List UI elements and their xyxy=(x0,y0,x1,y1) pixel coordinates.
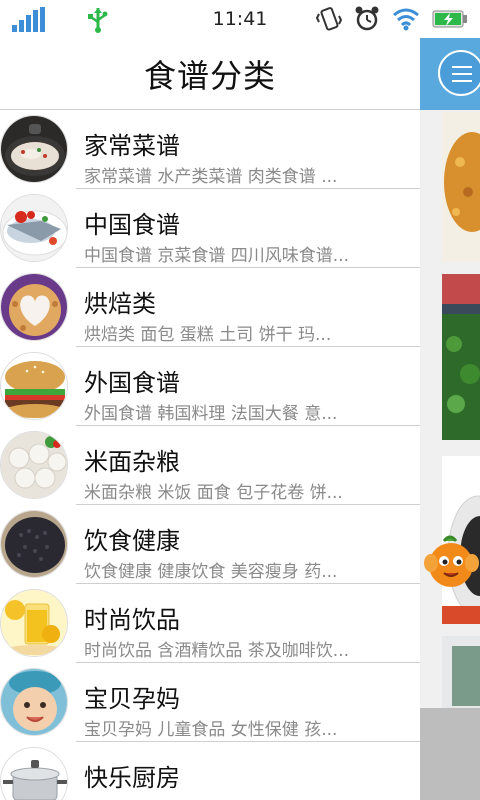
category-item-grains[interactable]: 米面杂粮 米面杂粮 米饭 面食 包子花卷 饼... xyxy=(0,426,420,505)
category-title: 米面杂粮 xyxy=(84,448,180,476)
category-subtitle: 烘焙类 面包 蛋糕 土司 饼干 玛... xyxy=(84,325,332,345)
category-item-healthy[interactable]: 饮食健康 饮食健康 健康饮食 美容瘦身 药... xyxy=(0,505,420,584)
category-item-chinese[interactable]: 中国食谱 中国食谱 京菜食谱 四川风味食谱... xyxy=(0,189,420,268)
category-text: 米面杂粮 米面杂粮 米饭 面食 包子花卷 饼... xyxy=(76,426,420,505)
category-text: 饮食健康 饮食健康 健康饮食 美容瘦身 药... xyxy=(76,505,420,584)
status-bar: 11:41 xyxy=(0,0,480,38)
page-title: 食谱分类 xyxy=(143,56,276,95)
category-title: 家常菜谱 xyxy=(84,132,180,160)
category-title: 烘焙类 xyxy=(84,290,156,318)
category-text: 烘焙类 烘焙类 面包 蛋糕 土司 饼干 玛... xyxy=(76,268,420,347)
peek-card[interactable] xyxy=(442,636,480,708)
category-title: 外国食谱 xyxy=(84,369,180,397)
battery-icon xyxy=(432,10,467,28)
underlying-content-peek xyxy=(420,38,480,800)
category-item-baby-mom[interactable]: 宝贝孕妈 宝贝孕妈 儿童食品 女性保健 孩... xyxy=(0,663,420,742)
category-subtitle: 饮食健康 健康饮食 美容瘦身 药... xyxy=(84,562,338,582)
category-subtitle: 宝贝孕妈 儿童食品 女性保健 孩... xyxy=(84,720,338,740)
category-title: 饮食健康 xyxy=(84,527,180,555)
category-panel: 食谱分类 家常菜谱 家常菜谱 水产类菜谱 肉类食谱 ... 中国食谱 中国食谱 … xyxy=(0,38,420,800)
vibrate-icon xyxy=(316,7,342,31)
menu-icon xyxy=(438,50,480,96)
category-item-baking[interactable]: 烘焙类 烘焙类 面包 蛋糕 土司 饼干 玛... xyxy=(0,268,420,347)
category-text: 中国食谱 中国食谱 京菜食谱 四川风味食谱... xyxy=(76,189,420,268)
category-image xyxy=(0,352,68,420)
category-image xyxy=(0,273,68,341)
category-image xyxy=(0,747,68,800)
alarm-icon xyxy=(355,6,379,31)
category-item-drinks[interactable]: 时尚饮品 时尚饮品 含酒精饮品 茶及咖啡饮... xyxy=(0,584,420,663)
category-title: 快乐厨房 xyxy=(84,764,180,792)
header: 食谱分类 xyxy=(0,38,420,110)
category-list: 家常菜谱 家常菜谱 水产类菜谱 肉类食谱 ... 中国食谱 中国食谱 京菜食谱 … xyxy=(0,110,420,800)
category-item-happy-kitchen[interactable]: 快乐厨房 xyxy=(0,742,420,800)
category-subtitle: 外国食谱 韩国料理 法国大餐 意... xyxy=(84,404,338,424)
category-subtitle: 中国食谱 京菜食谱 四川风味食谱... xyxy=(84,246,350,266)
menu-toggle-button[interactable] xyxy=(420,38,480,110)
category-text: 快乐厨房 xyxy=(76,742,420,800)
orange-mascot-icon[interactable] xyxy=(422,533,480,593)
category-text: 外国食谱 外国食谱 韩国料理 法国大餐 意... xyxy=(76,347,420,426)
peek-card[interactable] xyxy=(442,112,480,262)
category-image xyxy=(0,115,68,183)
category-image xyxy=(0,510,68,578)
category-image xyxy=(0,589,68,657)
category-item-foreign[interactable]: 外国食谱 外国食谱 韩国料理 法国大餐 意... xyxy=(0,347,420,426)
status-right xyxy=(316,6,468,32)
category-item-home-cooking[interactable]: 家常菜谱 家常菜谱 水产类菜谱 肉类食谱 ... xyxy=(0,110,420,189)
category-title: 宝贝孕妈 xyxy=(84,685,180,713)
category-subtitle: 时尚饮品 含酒精饮品 茶及咖啡饮... xyxy=(84,641,350,661)
category-title: 中国食谱 xyxy=(84,211,180,239)
category-subtitle: 米面杂粮 米饭 面食 包子花卷 饼... xyxy=(84,483,343,503)
wifi-icon xyxy=(393,8,419,31)
peek-card[interactable] xyxy=(442,274,480,440)
category-text: 宝贝孕妈 宝贝孕妈 儿童食品 女性保健 孩... xyxy=(76,663,420,742)
category-text: 家常菜谱 家常菜谱 水产类菜谱 肉类食谱 ... xyxy=(76,110,420,189)
category-text: 时尚饮品 时尚饮品 含酒精饮品 茶及咖啡饮... xyxy=(76,584,420,663)
peek-footer xyxy=(420,708,480,800)
category-image xyxy=(0,668,68,736)
category-image xyxy=(0,194,68,262)
category-image xyxy=(0,431,68,499)
category-title: 时尚饮品 xyxy=(84,606,180,634)
category-subtitle: 家常菜谱 水产类菜谱 肉类食谱 ... xyxy=(84,167,338,187)
